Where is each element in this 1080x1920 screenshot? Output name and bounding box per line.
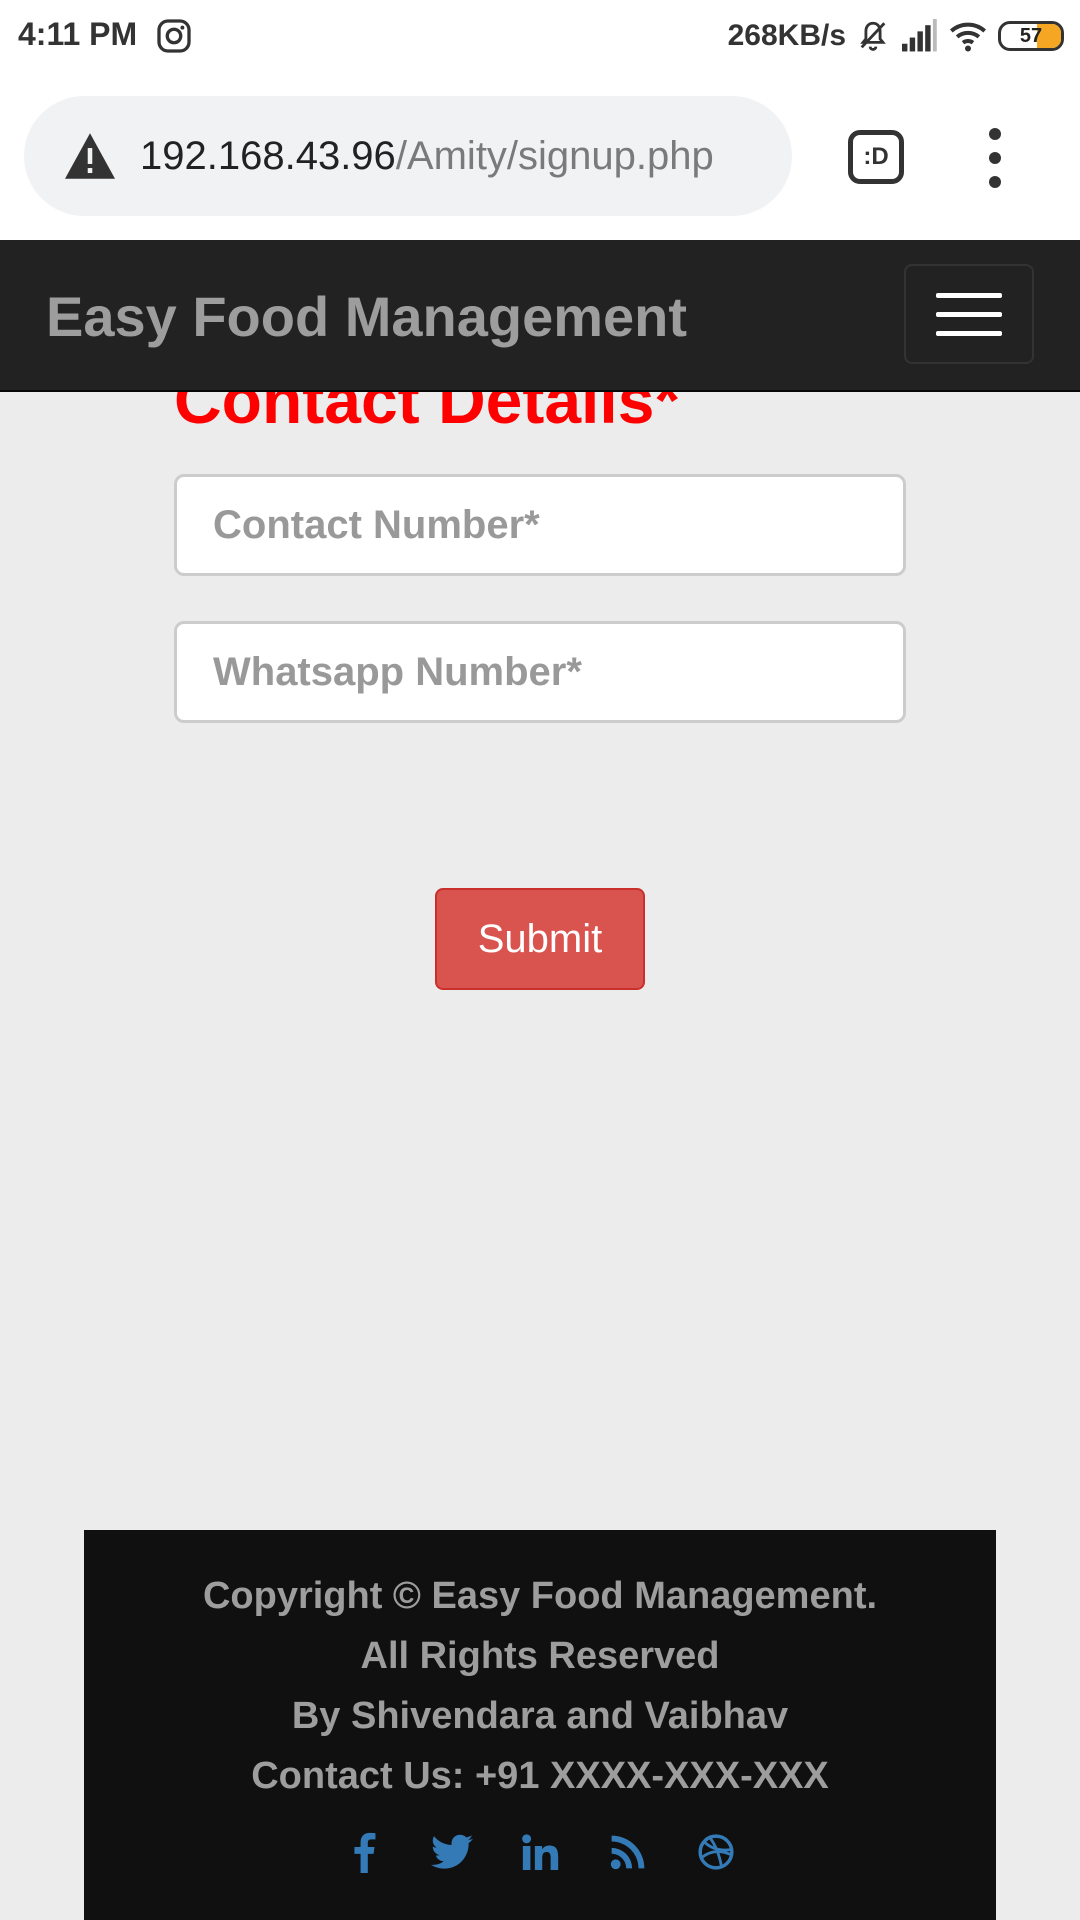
signal-icon: [902, 19, 937, 52]
warning-icon[interactable]: [62, 131, 118, 181]
battery-icon: 57: [998, 21, 1064, 51]
wifi-icon: [950, 22, 986, 52]
facebook-icon[interactable]: [343, 1830, 385, 1874]
url-path: /Amity/signup.php: [395, 133, 714, 178]
social-links: [84, 1830, 996, 1874]
brand-link[interactable]: Easy Food Management: [46, 284, 687, 349]
contact-text: Contact Us: +91 XXXX-XXX-XXX: [251, 1755, 829, 1797]
linkedin-icon[interactable]: [519, 1830, 561, 1874]
contact-details-heading: Contact Details*: [174, 392, 681, 437]
instagram-icon: [157, 19, 191, 53]
network-speed: 268KB/s: [727, 19, 846, 52]
contact-number-input[interactable]: [174, 474, 906, 576]
site-footer: Copyright © Easy Food Management. All Ri…: [84, 1530, 996, 1920]
more-menu-icon[interactable]: [980, 128, 1010, 188]
browser-toolbar: 192.168.43.96/Amity/signup.php :D: [0, 72, 1080, 240]
battery-level: 57: [1019, 24, 1043, 47]
rights-text: All Rights Reserved: [360, 1635, 720, 1677]
signup-form-area: Contact Details* Submit: [0, 392, 1080, 1530]
status-time: 4:11 PM: [18, 16, 138, 52]
authors-text: By Shivendara and Vaibhav: [291, 1695, 789, 1737]
submit-button[interactable]: Submit: [435, 888, 645, 990]
whatsapp-number-input[interactable]: [174, 621, 906, 723]
copyright-text: Copyright © Easy Food Management.: [202, 1575, 878, 1617]
address-bar[interactable]: 192.168.43.96/Amity/signup.php: [24, 96, 792, 216]
hamburger-menu-button[interactable]: [904, 264, 1034, 364]
url-host: 192.168.43.96: [140, 133, 396, 178]
status-bar: 4:11 PM 268KB/s 57: [0, 0, 1080, 72]
site-navbar: Easy Food Management: [0, 240, 1080, 392]
status-right-group: 268KB/s 57: [728, 14, 1064, 58]
tab-switcher-button[interactable]: :D: [848, 130, 904, 184]
mute-icon: [860, 21, 886, 51]
dribbble-icon[interactable]: [695, 1830, 737, 1874]
twitter-icon[interactable]: [431, 1830, 473, 1874]
rss-icon[interactable]: [607, 1830, 649, 1874]
